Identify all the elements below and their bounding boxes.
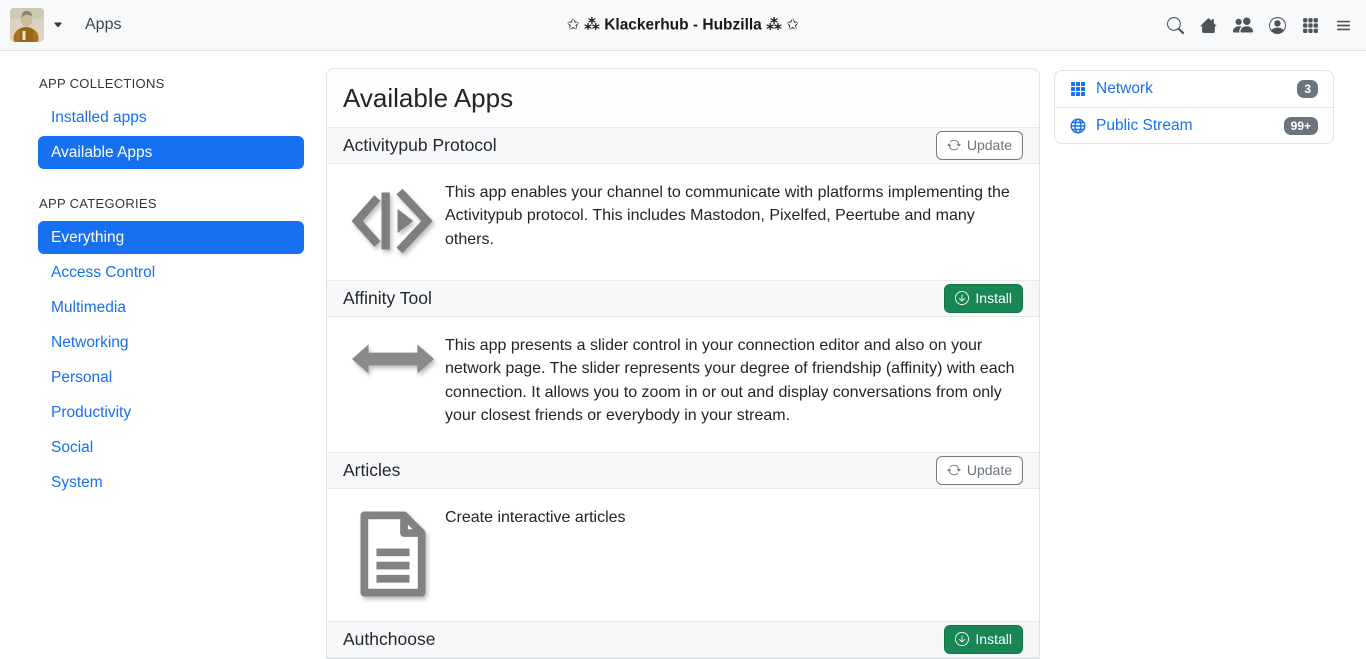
app-section-authchoose: Authchoose Install	[327, 621, 1039, 658]
activitypub-icon	[343, 181, 443, 256]
search-icon[interactable]	[1167, 17, 1184, 34]
available-apps-panel: Available Apps Activitypub Protocol Upda…	[326, 68, 1040, 659]
app-collections-heading: APP COLLECTIONS	[39, 76, 304, 91]
app-sections: Activitypub Protocol Update This app ena…	[327, 127, 1039, 658]
app-section-body: This app enables your channel to communi…	[327, 164, 1039, 280]
top-navbar: Apps ✩ ⁂ Klackerhub - Hubzilla ⁂ ✩	[0, 0, 1366, 51]
home-icon[interactable]	[1200, 17, 1217, 34]
document-icon	[343, 506, 443, 597]
globe-icon	[1070, 118, 1086, 134]
app-section-header: Activitypub Protocol Update	[327, 127, 1039, 164]
refresh-icon	[947, 138, 961, 152]
caret-down-icon[interactable]	[53, 20, 63, 30]
update-button[interactable]: Update	[936, 456, 1023, 485]
app-section-header: Affinity Tool Install	[327, 280, 1039, 317]
sidebar-item-multimedia[interactable]: Multimedia	[38, 291, 304, 324]
grid-icon	[1070, 81, 1086, 97]
install-icon	[955, 291, 969, 305]
double-arrow-icon	[343, 334, 443, 428]
site-title: ✩ ⁂ Klackerhub - Hubzilla ⁂ ✩	[567, 16, 800, 35]
app-title: Articles	[343, 460, 400, 481]
app-section-articles: Articles Update Create interactive artic…	[327, 452, 1039, 621]
sidebar-item-available-apps[interactable]: Available Apps	[38, 136, 304, 169]
app-collections-list: Installed appsAvailable Apps	[38, 101, 304, 169]
app-section-header: Articles Update	[327, 452, 1039, 489]
app-title: Activitypub Protocol	[343, 135, 497, 156]
app-categories-group: APP CATEGORIES EverythingAccess ControlM…	[38, 196, 304, 499]
app-categories-list: EverythingAccess ControlMultimediaNetwor…	[38, 221, 304, 499]
people-icon[interactable]	[1233, 15, 1253, 35]
account-icon[interactable]	[1269, 17, 1286, 34]
right-panel-item-public-stream[interactable]: Public Stream 99+	[1055, 107, 1333, 143]
app-title: Authchoose	[343, 629, 435, 650]
refresh-icon	[947, 463, 961, 477]
count-badge: 3	[1297, 80, 1318, 98]
app-description: Create interactive articles	[443, 506, 1023, 597]
app-section-header: Authchoose Install	[327, 621, 1039, 658]
sidebar-item-everything[interactable]: Everything	[38, 221, 304, 254]
sidebar-item-productivity[interactable]: Productivity	[38, 396, 304, 429]
app-title: Affinity Tool	[343, 288, 432, 309]
app-description: This app presents a slider control in yo…	[443, 334, 1023, 428]
nav-apps-link[interactable]: Apps	[85, 16, 121, 34]
page-title: Available Apps	[343, 82, 1023, 115]
install-button[interactable]: Install	[944, 625, 1023, 654]
app-section-body: Create interactive articles	[327, 489, 1039, 621]
update-button[interactable]: Update	[936, 131, 1023, 160]
user-avatar[interactable]	[10, 8, 44, 42]
app-description: This app enables your channel to communi…	[443, 181, 1023, 256]
right-panel-item-network[interactable]: Network 3	[1055, 71, 1333, 107]
sidebar-item-social[interactable]: Social	[38, 431, 304, 464]
install-button[interactable]: Install	[944, 284, 1023, 313]
right-panel-label: Network	[1096, 80, 1297, 98]
apps-grid-icon[interactable]	[1302, 17, 1319, 34]
sidebar-item-installed-apps[interactable]: Installed apps	[38, 101, 304, 134]
app-section-affinity-tool: Affinity Tool Install This app presents …	[327, 280, 1039, 452]
app-section-activitypub-protocol: Activitypub Protocol Update This app ena…	[327, 127, 1039, 280]
left-sidebar: APP COLLECTIONS Installed appsAvailable …	[38, 76, 304, 526]
app-section-body: This app presents a slider control in yo…	[327, 317, 1039, 452]
sidebar-item-personal[interactable]: Personal	[38, 361, 304, 394]
app-collections-group: APP COLLECTIONS Installed appsAvailable …	[38, 76, 304, 169]
right-sidebar: Network 3 Public Stream 99+	[1054, 70, 1334, 144]
right-panel-label: Public Stream	[1096, 117, 1284, 135]
navbar-icons	[1167, 15, 1352, 35]
sidebar-item-networking[interactable]: Networking	[38, 326, 304, 359]
count-badge: 99+	[1284, 117, 1318, 135]
install-icon	[955, 632, 969, 646]
channel-menu: Apps	[10, 8, 121, 42]
app-categories-heading: APP CATEGORIES	[39, 196, 304, 211]
sidebar-item-system[interactable]: System	[38, 466, 304, 499]
panel-header: Available Apps	[327, 69, 1039, 127]
menu-icon[interactable]	[1335, 17, 1352, 34]
sidebar-item-access-control[interactable]: Access Control	[38, 256, 304, 289]
